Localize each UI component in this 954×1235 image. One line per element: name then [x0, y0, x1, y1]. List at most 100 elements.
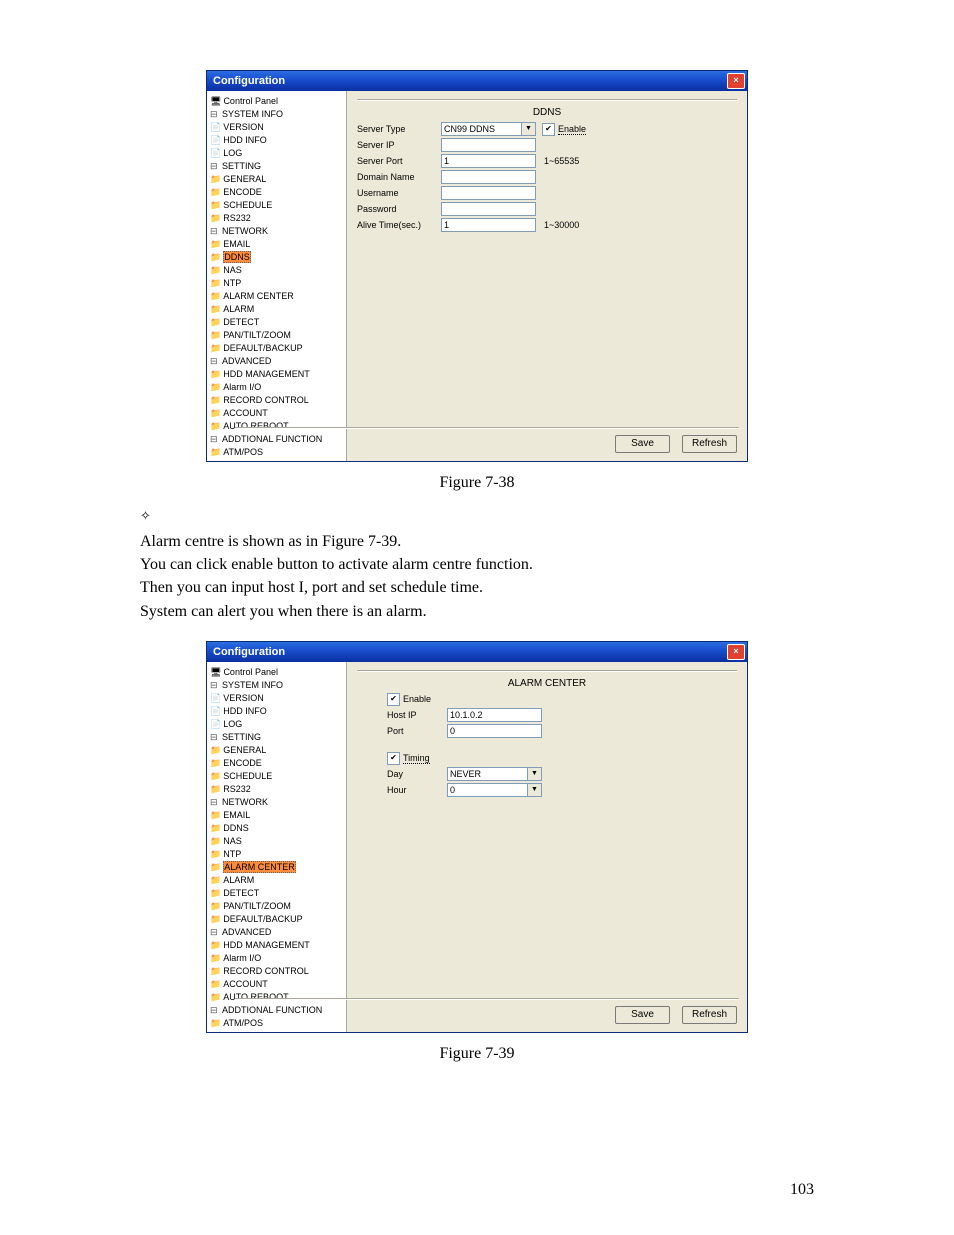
tree-item[interactable]: SCHEDULE: [210, 770, 343, 783]
label-host-ip: Host IP: [387, 710, 447, 720]
nav-tree[interactable]: Control PanelSYSTEM INFOVERSIONHDD INFOL…: [207, 91, 347, 461]
tree-item[interactable]: DETECT: [210, 887, 343, 900]
chevron-down-icon[interactable]: ▼: [521, 123, 535, 135]
form-pane: DDNS Server Type CN99 DDNS ▼ Enable: [347, 91, 747, 461]
refresh-button[interactable]: Refresh: [682, 435, 737, 453]
section-title: ALARM CENTER: [357, 678, 737, 689]
tree-item[interactable]: Control Panel: [210, 95, 343, 108]
day-select[interactable]: NEVER ▼: [447, 767, 542, 781]
server-port-input[interactable]: [441, 154, 536, 168]
alive-time-input[interactable]: [441, 218, 536, 232]
tree-item[interactable]: DNS: [210, 459, 343, 461]
tree-item[interactable]: Alarm I/O: [210, 952, 343, 965]
nav-tree[interactable]: Control PanelSYSTEM INFOVERSIONHDD INFOL…: [207, 662, 347, 1032]
tree-item[interactable]: NAS: [210, 835, 343, 848]
label-timing: Timing: [403, 753, 430, 764]
tree-item[interactable]: RECORD CONTROL: [210, 394, 343, 407]
tree-item[interactable]: LOG: [210, 147, 343, 160]
window-title: Configuration: [213, 75, 285, 87]
tree-item[interactable]: NAS: [210, 264, 343, 277]
tree-item[interactable]: ADDTIONAL FUNCTION: [210, 433, 343, 446]
tree-item[interactable]: ATM/POS: [210, 446, 343, 459]
tree-item[interactable]: GENERAL: [210, 173, 343, 186]
server-type-select[interactable]: CN99 DDNS ▼: [441, 122, 536, 136]
label-server-type: Server Type: [357, 124, 441, 134]
tree-item[interactable]: ENCODE: [210, 186, 343, 199]
tree-item[interactable]: LOG: [210, 718, 343, 731]
server-ip-input[interactable]: [441, 138, 536, 152]
save-button[interactable]: Save: [615, 1006, 670, 1024]
tree-item[interactable]: VERSION: [210, 692, 343, 705]
label-port: Port: [387, 726, 447, 736]
username-input[interactable]: [441, 186, 536, 200]
tree-item[interactable]: SETTING: [210, 731, 343, 744]
label-username: Username: [357, 188, 441, 198]
tree-item[interactable]: ACCOUNT: [210, 407, 343, 420]
domain-name-input[interactable]: [441, 170, 536, 184]
tree-item[interactable]: EMAIL: [210, 238, 343, 251]
tree-item[interactable]: ENCODE: [210, 757, 343, 770]
tree-item[interactable]: PAN/TILT/ZOOM: [210, 900, 343, 913]
tree-item[interactable]: VERSION: [210, 121, 343, 134]
chevron-down-icon[interactable]: ▼: [527, 784, 541, 796]
tree-item[interactable]: SYSTEM INFO: [210, 108, 343, 121]
tree-item[interactable]: ALARM CENTER: [210, 861, 343, 874]
tree-item[interactable]: ALARM CENTER: [210, 290, 343, 303]
tree-item[interactable]: NETWORK: [210, 225, 343, 238]
tree-item[interactable]: ADVANCED: [210, 355, 343, 368]
tree-item[interactable]: Alarm I/O: [210, 381, 343, 394]
tree-item[interactable]: HDD MANAGEMENT: [210, 368, 343, 381]
enable-checkbox[interactable]: [542, 123, 555, 136]
tree-item[interactable]: GENERAL: [210, 744, 343, 757]
titlebar[interactable]: Configuration ×: [207, 71, 747, 91]
label-enable: Enable: [558, 124, 586, 135]
tree-item[interactable]: ATM/POS: [210, 1017, 343, 1030]
tree-item[interactable]: ACCOUNT: [210, 978, 343, 991]
figure-caption-1: Figure 7-38: [140, 474, 814, 492]
tree-item[interactable]: NTP: [210, 848, 343, 861]
form-pane: ALARM CENTER Enable Host IP Port: [347, 662, 747, 1032]
label-password: Password: [357, 204, 441, 214]
tree-item[interactable]: ALARM: [210, 303, 343, 316]
tree-item[interactable]: DNS: [210, 1030, 343, 1032]
refresh-button[interactable]: Refresh: [682, 1006, 737, 1024]
tree-item[interactable]: HDD MANAGEMENT: [210, 939, 343, 952]
host-ip-input[interactable]: [447, 708, 542, 722]
tree-item[interactable]: HDD INFO: [210, 705, 343, 718]
tree-item[interactable]: PAN/TILT/ZOOM: [210, 329, 343, 342]
enable-checkbox[interactable]: [387, 693, 400, 706]
tree-item[interactable]: RECORD CONTROL: [210, 965, 343, 978]
tree-item[interactable]: Control Panel: [210, 666, 343, 679]
close-icon[interactable]: ×: [727, 73, 745, 89]
tree-item[interactable]: ADVANCED: [210, 926, 343, 939]
timing-checkbox[interactable]: [387, 752, 400, 765]
tree-item[interactable]: SETTING: [210, 160, 343, 173]
config-window-ddns: Configuration × Control PanelSYSTEM INFO…: [206, 70, 748, 462]
tree-item[interactable]: RS232: [210, 212, 343, 225]
tree-item[interactable]: NTP: [210, 277, 343, 290]
tree-item[interactable]: ADDTIONAL FUNCTION: [210, 1004, 343, 1017]
tree-item[interactable]: DDNS: [210, 251, 343, 264]
password-input[interactable]: [441, 202, 536, 216]
tree-item[interactable]: HDD INFO: [210, 134, 343, 147]
tree-item[interactable]: EMAIL: [210, 809, 343, 822]
tree-item[interactable]: NETWORK: [210, 796, 343, 809]
chevron-down-icon[interactable]: ▼: [527, 768, 541, 780]
tree-item[interactable]: SYSTEM INFO: [210, 679, 343, 692]
label-domain-name: Domain Name: [357, 172, 441, 182]
tree-item[interactable]: DEFAULT/BACKUP: [210, 913, 343, 926]
hour-select[interactable]: 0 ▼: [447, 783, 542, 797]
tree-item[interactable]: DETECT: [210, 316, 343, 329]
titlebar[interactable]: Configuration ×: [207, 642, 747, 662]
tree-item[interactable]: SCHEDULE: [210, 199, 343, 212]
tree-item[interactable]: DEFAULT/BACKUP: [210, 342, 343, 355]
config-window-alarm-center: Configuration × Control PanelSYSTEM INFO…: [206, 641, 748, 1033]
port-input[interactable]: [447, 724, 542, 738]
save-button[interactable]: Save: [615, 435, 670, 453]
label-server-ip: Server IP: [357, 140, 441, 150]
tree-item[interactable]: RS232: [210, 783, 343, 796]
tree-item[interactable]: DDNS: [210, 822, 343, 835]
body-text: Alarm centre is shown as in Figure 7-39.…: [140, 530, 814, 623]
close-icon[interactable]: ×: [727, 644, 745, 660]
tree-item[interactable]: ALARM: [210, 874, 343, 887]
